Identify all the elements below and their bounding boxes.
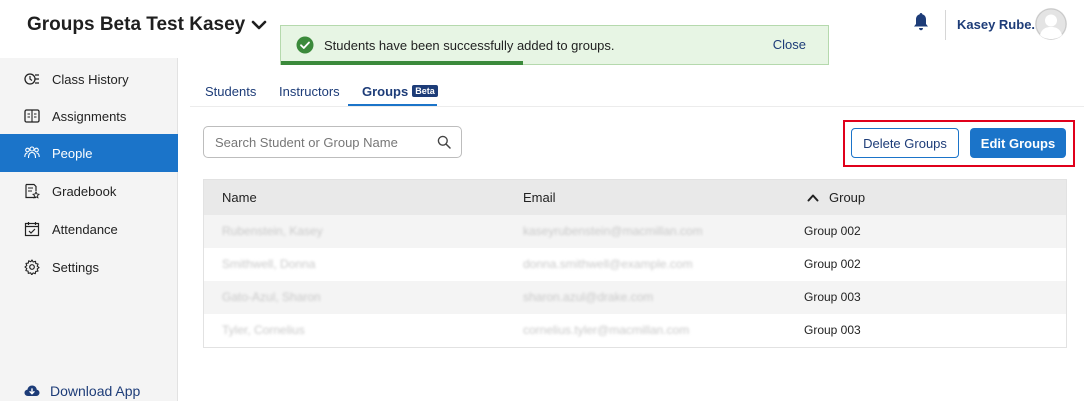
student-email: cornelius.tyler@macmillan.com (523, 323, 690, 337)
column-header-name[interactable]: Name (222, 190, 257, 205)
student-name: Gato-Azul, Sharon (222, 290, 321, 304)
student-email: sharon.azul@drake.com (523, 290, 654, 304)
groups-table: Name Email Group Rubenstein, Kasey kasey… (203, 179, 1067, 348)
table-row[interactable]: Tyler, Cornelius cornelius.tyler@macmill… (204, 314, 1066, 347)
column-header-group-label: Group (829, 190, 866, 205)
sidebar-item-label: People (52, 145, 93, 161)
tab-instructors[interactable]: Instructors (279, 84, 340, 99)
people-icon (24, 146, 40, 159)
column-header-group[interactable]: Group (807, 190, 865, 205)
student-name: Tyler, Cornelius (222, 323, 305, 337)
student-group: Group 002 (804, 257, 861, 271)
sidebar-item-label: Attendance (52, 221, 118, 237)
student-group: Group 002 (804, 224, 861, 238)
sidebar-item-assignments[interactable]: Assignments (0, 97, 178, 135)
column-header-email[interactable]: Email (523, 190, 556, 205)
sidebar-item-gradebook[interactable]: Gradebook (0, 172, 178, 210)
sidebar-item-label: Class History (52, 71, 129, 87)
download-app-link[interactable]: Download App (24, 383, 140, 399)
search-box (203, 126, 462, 158)
tab-students[interactable]: Students (205, 84, 256, 99)
calendar-icon (24, 222, 40, 237)
sort-ascending-icon (807, 194, 819, 201)
check-circle-icon (296, 36, 314, 54)
toast-progress-bar (281, 61, 523, 65)
sidebar-item-class-history[interactable]: Class History (0, 60, 178, 98)
header-divider (945, 10, 946, 40)
table-row[interactable]: Rubenstein, Kasey kaseyrubenstein@macmil… (204, 215, 1066, 248)
tab-groups[interactable]: Groups Beta (362, 84, 438, 99)
sidebar-item-label: Assignments (52, 108, 127, 124)
sidebar-item-label: Settings (52, 259, 99, 275)
sidebar-item-attendance[interactable]: Attendance (0, 210, 178, 248)
edit-groups-button[interactable]: Edit Groups (970, 128, 1066, 158)
tabs-divider (190, 106, 1084, 107)
student-group: Group 003 (804, 290, 861, 304)
search-icon[interactable] (437, 135, 451, 149)
search-input[interactable] (215, 133, 425, 151)
student-email: kaseyrubenstein@macmillan.com (523, 224, 703, 238)
tab-groups-label: Groups (362, 84, 409, 99)
user-menu[interactable]: Kasey Rube... (957, 17, 1042, 32)
sidebar-item-settings[interactable]: Settings (0, 248, 178, 286)
download-app-label: Download App (50, 383, 141, 399)
class-history-icon (24, 73, 39, 85)
course-switcher[interactable]: Groups Beta Test Kasey (27, 14, 267, 36)
avatar[interactable] (1035, 8, 1067, 40)
beta-badge: Beta (412, 85, 438, 97)
table-row[interactable]: Smithwell, Donna donna.smithwell@example… (204, 248, 1066, 281)
course-title: Groups Beta Test Kasey (27, 14, 246, 35)
delete-groups-button[interactable]: Delete Groups (851, 128, 959, 158)
table-header: Name Email Group (204, 180, 1066, 215)
sidebar-item-label: Gradebook (52, 183, 117, 199)
student-name: Smithwell, Donna (222, 257, 316, 271)
gradebook-icon (25, 183, 40, 199)
user-silhouette-icon (1035, 8, 1067, 40)
chevron-down-icon (251, 20, 267, 30)
gear-icon (24, 259, 40, 275)
table-row[interactable]: Gato-Azul, Sharon sharon.azul@drake.com … (204, 281, 1066, 314)
student-name: Rubenstein, Kasey (222, 224, 323, 238)
toast-close-button[interactable]: Close (773, 37, 806, 52)
toast-message: Students have been successfully added to… (324, 37, 615, 53)
success-toast: Students have been successfully added to… (280, 25, 829, 65)
student-group: Group 003 (804, 323, 861, 337)
bell-icon[interactable] (913, 12, 929, 32)
assignments-icon (24, 109, 40, 123)
student-email: donna.smithwell@example.com (523, 257, 693, 271)
sidebar: Class History Assignments People Gradebo… (0, 58, 178, 401)
cloud-download-icon (24, 385, 40, 396)
sidebar-item-people[interactable]: People (0, 134, 178, 172)
